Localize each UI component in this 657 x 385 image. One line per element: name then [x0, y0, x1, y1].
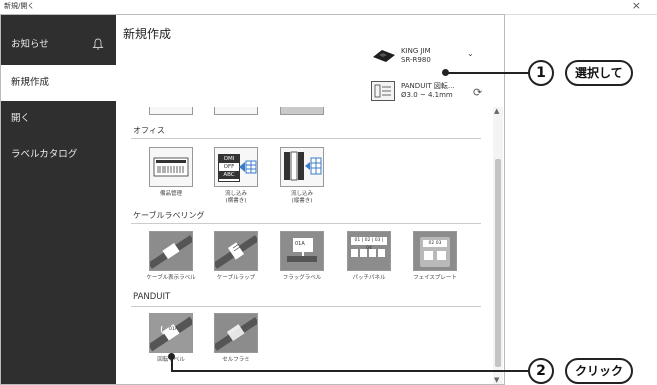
bell-icon [92, 38, 104, 50]
section-label-panduit: PANDUIT [133, 292, 171, 302]
table-import-icon [239, 160, 257, 174]
tape-icon[interactable] [371, 81, 395, 101]
scrollbar-thumb[interactable] [495, 159, 501, 367]
card-text-patch: 01 | 02 | 03 | 04 [351, 237, 387, 251]
callout-label-2: クリック [565, 358, 634, 384]
app-window: お知らせ 新規作成 開く ラベルカタログ 新規作成 KING JIM SR-R9… [0, 14, 505, 385]
card-caption: 流し込み (横書き) [224, 191, 247, 204]
cable-icon [150, 235, 192, 269]
card-text-face: 02 03 [423, 240, 447, 247]
scrollbar[interactable]: ▲ ▼ [493, 107, 503, 384]
sidebar-item-catalog[interactable]: ラベルカタログ [1, 137, 116, 173]
section-divider [131, 306, 481, 307]
callout-label-1: 選択して [565, 60, 633, 86]
template-card-cable-label[interactable] [149, 231, 193, 271]
template-card-partial[interactable] [214, 107, 258, 115]
card-caption: セルフラミ [222, 357, 250, 363]
printer-model: SR-R980 [401, 56, 431, 64]
title-bar: 新規/開く × [0, 0, 657, 15]
callout-dot-2 [168, 353, 175, 360]
callout-number-2: 2 [528, 358, 554, 384]
card-caption: フェイスプレート [413, 275, 457, 281]
callout-line-1 [445, 72, 530, 74]
sidebar-item-label: お知らせ [11, 39, 49, 50]
sidebar-item-new[interactable]: 新規作成 [1, 65, 116, 101]
sidebar-item-label: 開く [11, 113, 31, 124]
sidebar-item-open[interactable]: 開く [1, 101, 116, 137]
tape-selector[interactable]: PANDUIT 図転... Ø3.0 ~ 4.1mm [401, 82, 455, 100]
card-text-om: OMI [219, 155, 239, 163]
scroll-up-icon[interactable]: ▲ [494, 107, 499, 115]
close-icon[interactable]: × [632, 0, 641, 12]
template-card-self-laminating[interactable] [214, 313, 258, 353]
card-text-abc: ABC [219, 171, 239, 179]
template-card-cable-wrap[interactable] [214, 231, 258, 271]
window-title: 新規/開く [4, 2, 35, 10]
sidebar-item-news[interactable]: お知らせ [1, 27, 116, 63]
flag-label-icon [287, 238, 317, 262]
card-caption: ケーブル表示ラベル [146, 275, 196, 281]
rotating-label-icon [150, 316, 192, 352]
sidebar: お知らせ 新規作成 開く ラベルカタログ [1, 15, 116, 384]
template-card-flow-vertical[interactable] [280, 147, 324, 187]
card-caption: パッチパネル [352, 275, 386, 281]
template-card-rotating-label[interactable]: 01A [149, 313, 193, 353]
tape-glyph-icon [374, 84, 391, 98]
card-text-rot: 01A [169, 327, 178, 332]
printer-brand: KING JIM [401, 47, 431, 55]
template-card-patch-panel[interactable]: 01 | 02 | 03 | 04 [347, 231, 391, 271]
callout-line-2-horizontal [171, 370, 529, 372]
template-card-flag-label[interactable]: 01A [280, 231, 324, 271]
printer-selector[interactable]: KING JIM SR-R980 [401, 47, 431, 65]
page-title: 新規作成 [123, 27, 172, 41]
tape-name: PANDUIT 図転... [401, 82, 455, 90]
vertical-label-icon [284, 151, 322, 181]
refresh-icon[interactable]: ⟳ [473, 86, 482, 99]
section-divider [131, 223, 481, 224]
sidebar-item-label: ラベルカタログ [11, 149, 78, 160]
tape-size: Ø3.0 ~ 4.1mm [401, 91, 453, 99]
card-caption: ケーブルラップ [216, 275, 256, 281]
self-laminating-icon [215, 317, 257, 351]
section-label-cable: ケーブルラベリング [133, 211, 205, 220]
callout-dot-1 [442, 69, 449, 76]
template-card-partial[interactable] [149, 107, 193, 115]
scroll-down-icon[interactable]: ▼ [494, 376, 499, 384]
card-text-off: OFF [223, 164, 235, 170]
template-list: オフィス 備品管理 OMI OFF ABC 流し込み (横書き) 流し込み (縦… [119, 107, 491, 384]
chevron-down-icon[interactable]: ⌄ [467, 49, 474, 58]
template-card-partial[interactable] [280, 107, 324, 115]
card-caption: 流し込み (縦書き) [290, 191, 313, 204]
sidebar-item-label: 新規作成 [11, 77, 50, 88]
callout-number-1: 1 [528, 60, 554, 86]
patch-ports-icon [351, 249, 385, 257]
card-caption: フラッグラベル [282, 275, 322, 281]
template-card-equipment[interactable] [149, 147, 193, 187]
template-card-flow-horizontal[interactable]: OMI OFF ABC [214, 147, 258, 187]
card-caption: 備品管理 [159, 191, 182, 197]
template-card-faceplate[interactable]: 02 03 [413, 231, 457, 271]
section-label-office: オフィス [133, 126, 165, 135]
section-divider [131, 138, 481, 139]
card-text-flag: 01A [295, 241, 305, 247]
barcode-label-icon [153, 157, 189, 177]
cable-wrap-icon [215, 235, 257, 269]
printer-icon[interactable] [371, 48, 397, 64]
